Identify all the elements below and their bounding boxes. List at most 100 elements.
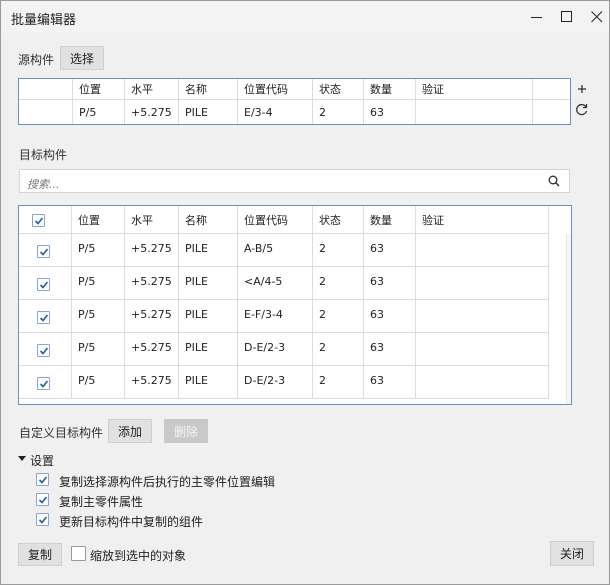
triangle-down-icon	[18, 456, 26, 461]
settings-option-label: 复制选择源构件后执行的主零件位置编辑	[59, 475, 276, 489]
plus-icon	[578, 85, 586, 93]
check-icon	[38, 496, 48, 504]
close-button[interactable]: 关闭	[550, 541, 594, 566]
zoom-label: 缩放到选中的对象	[90, 549, 187, 563]
cell-level: +5.275	[125, 100, 179, 124]
column-header[interactable]: 状态	[313, 79, 364, 99]
cell-quantity: 63	[364, 333, 416, 365]
cell-position: P/5	[73, 100, 125, 124]
select-all-checkbox[interactable]	[32, 214, 45, 227]
search-input[interactable]: 搜索...	[27, 176, 60, 192]
table-row[interactable]: P/5 +5.275 PILE D-E/2-3 2 63	[19, 366, 549, 399]
cell-status: 2	[313, 333, 364, 365]
minimize-icon	[531, 17, 542, 18]
cell-position: P/5	[72, 267, 125, 299]
cell-level: +5.275	[125, 366, 179, 398]
table-row[interactable]: P/5 +5.275 PILE E-F/3-4 2 63	[19, 300, 549, 333]
add-button[interactable]: 添加	[108, 419, 152, 443]
column-header[interactable]: 数量	[364, 79, 416, 99]
cell-level: +5.275	[125, 333, 179, 365]
source-header-row: 位置 水平 名称 位置代码 状态 数量 验证	[19, 79, 570, 100]
cell-name: PILE	[179, 100, 238, 124]
custom-target-label: 自定义目标构件	[19, 426, 104, 440]
column-header[interactable]: 位置	[73, 79, 125, 99]
cell-name: PILE	[179, 333, 238, 365]
column-header[interactable]: 位置代码	[238, 206, 313, 233]
column-header[interactable]: 水平	[125, 79, 179, 99]
settings-checkbox[interactable]	[36, 493, 49, 506]
batch-editor-window: 批量编辑器 源构件 选择 位置 水平 名称 位置代码 状态 数量 验证 P/5 …	[0, 0, 610, 585]
cell-position-code: <A/4-5	[238, 267, 313, 299]
target-label: 目标构件	[19, 148, 68, 162]
select-button[interactable]: 选择	[60, 46, 104, 70]
settings-option-label: 更新目标构件中复制的组件	[59, 515, 204, 529]
settings-option[interactable]: 复制选择源构件后执行的主零件位置编辑	[36, 472, 336, 489]
cell-position: P/5	[72, 234, 125, 266]
column-header[interactable]: 水平	[125, 206, 179, 233]
cell-position-code: A-B/5	[238, 234, 313, 266]
check-icon	[39, 281, 49, 289]
cell-status: 2	[313, 234, 364, 266]
cell-quantity: 63	[364, 267, 416, 299]
column-header[interactable]: 状态	[313, 206, 364, 233]
target-grid: 位置 水平 名称 位置代码 状态 数量 验证 P/5 +5.275 PILE A-B/…	[18, 205, 572, 405]
delete-button[interactable]: 删除	[164, 419, 208, 443]
settings-option[interactable]: 复制主零件属性	[36, 492, 336, 509]
cell-position: P/5	[72, 300, 125, 332]
settings-option-label: 复制主零件属性	[59, 495, 144, 509]
row-checkbox[interactable]	[37, 344, 50, 357]
check-icon	[39, 347, 49, 355]
zoom-checkbox[interactable]	[71, 546, 86, 561]
window-title: 批量编辑器	[11, 13, 77, 28]
column-header[interactable]: 验证	[416, 206, 549, 233]
zoom-option[interactable]: 缩放到选中的对象	[71, 546, 231, 563]
cell-quantity: 63	[364, 300, 416, 332]
column-header[interactable]: 数量	[364, 206, 416, 233]
settings-title: 设置	[30, 454, 55, 468]
close-icon	[591, 11, 603, 23]
settings-checkbox[interactable]	[36, 473, 49, 486]
check-icon	[39, 248, 49, 256]
cell-quantity: 63	[364, 100, 416, 124]
check-icon	[38, 516, 48, 524]
search-box[interactable]: 搜索...	[19, 169, 570, 193]
minimize-button[interactable]	[521, 1, 553, 33]
add-source-button[interactable]	[574, 81, 590, 97]
cell-status: 2	[313, 366, 364, 398]
maximize-button[interactable]	[551, 1, 583, 33]
source-row[interactable]: P/5 +5.275 PILE E/3-4 2 63	[19, 100, 570, 124]
column-header[interactable]: 位置	[72, 206, 125, 233]
row-checkbox[interactable]	[37, 245, 50, 258]
settings-header[interactable]: 设置	[17, 451, 137, 468]
row-checkbox[interactable]	[37, 377, 50, 390]
column-header[interactable]: 位置代码	[238, 79, 313, 99]
cell-position-code: D-E/2-3	[238, 366, 313, 398]
cell-position: P/5	[72, 366, 125, 398]
close-window-button[interactable]	[581, 1, 610, 33]
check-icon	[34, 217, 44, 225]
row-checkbox[interactable]	[37, 311, 50, 324]
cell-position-code: E-F/3-4	[238, 300, 313, 332]
cell-position: P/5	[72, 333, 125, 365]
settings-option[interactable]: 更新目标构件中复制的组件	[36, 512, 336, 529]
column-header[interactable]: 名称	[179, 206, 238, 233]
check-icon	[39, 314, 49, 322]
table-row[interactable]: P/5 +5.275 PILE A-B/5 2 63	[19, 234, 549, 267]
row-checkbox[interactable]	[37, 278, 50, 291]
cell-verify	[416, 267, 549, 299]
cell-name: PILE	[179, 267, 238, 299]
settings-checkbox[interactable]	[36, 513, 49, 526]
maximize-icon	[561, 11, 572, 22]
source-label: 源构件	[18, 53, 55, 67]
search-icon[interactable]	[548, 175, 560, 187]
copy-button[interactable]: 复制	[18, 543, 62, 566]
table-row[interactable]: P/5 +5.275 PILE <A/4-5 2 63	[19, 267, 549, 300]
cell-status: 2	[313, 100, 364, 124]
cell-position-code: E/3-4	[238, 100, 313, 124]
table-row[interactable]: P/5 +5.275 PILE D-E/2-3 2 63	[19, 333, 549, 366]
vertical-scrollbar[interactable]	[566, 234, 571, 404]
refresh-button[interactable]	[574, 101, 590, 117]
column-header[interactable]: 名称	[179, 79, 238, 99]
column-header[interactable]: 验证	[416, 79, 533, 99]
target-header-row: 位置 水平 名称 位置代码 状态 数量 验证	[19, 206, 549, 234]
